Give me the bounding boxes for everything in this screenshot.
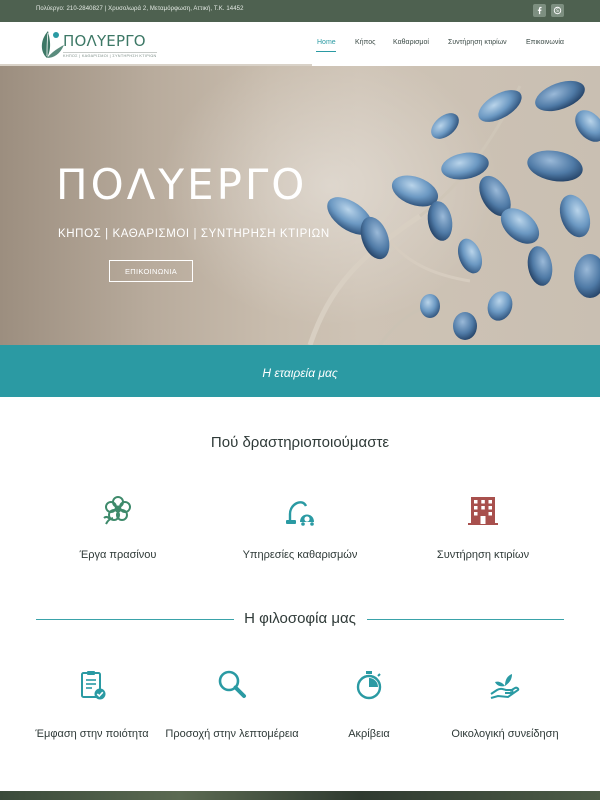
service-label: Έργα πρασίνου — [79, 549, 157, 561]
flower-icon — [103, 496, 131, 525]
company-band-label: Η εταιρεία μας — [262, 366, 338, 380]
nav-building-maintenance[interactable]: Συντήρηση κτιρίων — [448, 39, 507, 46]
hero-subtitle: ΚΗΠΟΣ | ΚΑΘΑΡΙΣΜΟΙ | ΣΥΝΤΗΡΗΣΗ ΚΤΙΡΙΩΝ — [58, 228, 330, 240]
hand-plant-icon — [490, 674, 520, 699]
philosophy-label: Ακρίβεια — [348, 728, 390, 740]
leaf-icon — [41, 31, 64, 58]
philosophy-detail[interactable]: Προσοχή στην λεπτομέρεια — [157, 668, 307, 741]
logo-tagline: ΚΗΠΟΣ | ΚΑΘΑΡΙΣΜΟΙ | ΣΥΝΤΗΡΗΣΗ ΚΤΙΡΙΩΝ — [63, 52, 157, 58]
logo-text: ΠΟΛΥΕΡΓΟ — [63, 32, 146, 50]
vacuum-icon — [286, 501, 314, 526]
company-band[interactable]: Η εταιρεία μας — [0, 345, 600, 397]
nav-cleaning[interactable]: Καθαρισμοί — [393, 39, 429, 46]
magnifier-icon — [218, 670, 246, 698]
clipboard-check-icon — [81, 671, 106, 700]
nav-active-indicator — [316, 51, 336, 52]
hero-title: ΠΟΛΥΕΡΓΟ — [56, 160, 308, 209]
hero-banner: ΠΟΛΥΕΡΓΟ ΚΗΠΟΣ | ΚΑΘΑΡΙΣΜΟΙ | ΣΥΝΤΗΡΗΣΗ … — [0, 66, 600, 345]
philosophy-accuracy[interactable]: Ακρίβεια — [294, 668, 444, 741]
building-icon — [468, 497, 498, 525]
facebook-icon[interactable] — [533, 4, 546, 17]
philosophy-title: Η φιλοσοφία μας — [244, 610, 356, 627]
nav-contact[interactable]: Επικοινωνία — [526, 39, 564, 46]
service-maintenance[interactable]: Συντήρηση κτιρίων — [393, 492, 573, 561]
services-title: Πού δραστηριοποιούμαστε — [210, 434, 390, 451]
nav-garden[interactable]: Κήπος — [355, 39, 376, 46]
footer-image-strip — [0, 791, 600, 800]
contact-info: Πολύεργο: 210-2840827 | Χρυσολωρά 2, Μετ… — [36, 6, 244, 12]
philosophy-quality[interactable]: Έμφαση στην ποιότητα — [17, 668, 167, 741]
contact-button[interactable]: ΕΠΙΚΟΙΝΩΝΙΑ — [109, 260, 193, 282]
stopwatch-icon — [356, 671, 382, 700]
philosophy-label: Έμφαση στην ποιότητα — [35, 728, 149, 740]
service-label: Υπηρεσίες καθαρισμών — [242, 549, 358, 561]
nav-home[interactable]: Home — [317, 39, 336, 46]
svg-text:S: S — [556, 8, 559, 14]
service-label: Συντήρηση κτιρίων — [436, 549, 530, 561]
service-green-works[interactable]: Έργα πρασίνου — [28, 492, 208, 561]
site-logo[interactable]: ΠΟΛΥΕΡΓΟ ΚΗΠΟΣ | ΚΑΘΑΡΙΣΜΟΙ | ΣΥΝΤΗΡΗΣΗ … — [38, 28, 157, 62]
service-cleaning[interactable]: Υπηρεσίες καθαρισμών — [210, 492, 390, 561]
skype-icon[interactable]: S — [551, 4, 564, 17]
top-bar: Πολύεργο: 210-2840827 | Χρυσολωρά 2, Μετ… — [0, 0, 600, 22]
philosophy-label: Οικολογική συνείδηση — [451, 728, 559, 740]
philosophy-label: Προσοχή στην λεπτομέρεια — [165, 728, 299, 740]
philosophy-eco[interactable]: Οικολογική συνείδηση — [430, 668, 580, 741]
